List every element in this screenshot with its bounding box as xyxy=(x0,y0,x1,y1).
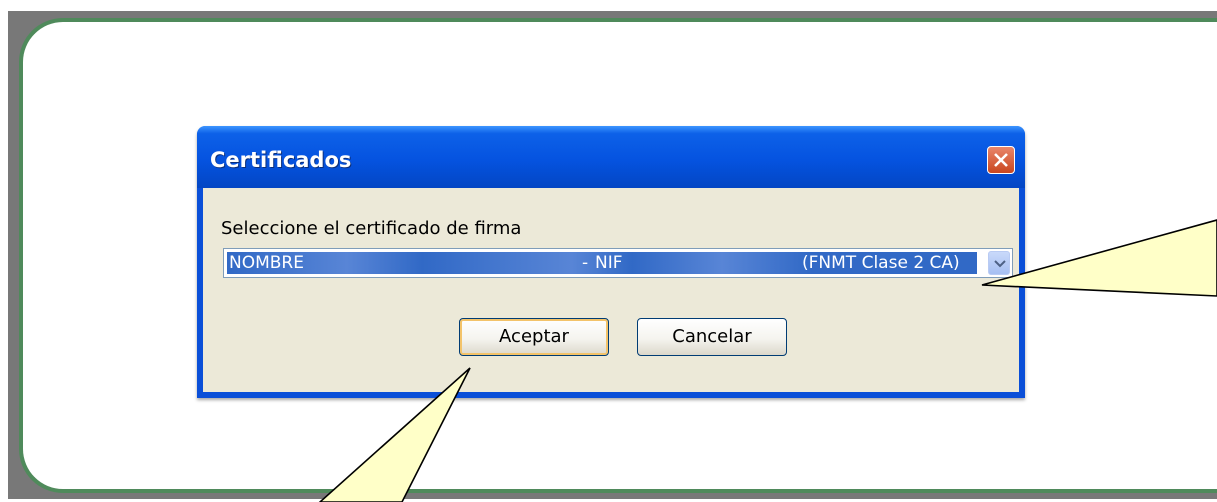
chevron-down-icon xyxy=(994,260,1006,268)
certificate-dropdown-button[interactable] xyxy=(988,251,1010,275)
dialog-titlebar: Certificados xyxy=(197,126,1025,188)
certificates-dialog: Certificados Seleccione el certificado d… xyxy=(197,126,1025,398)
certificate-issuer-label: (FNMT Clase 2 CA) xyxy=(802,253,960,273)
close-button[interactable] xyxy=(987,146,1015,174)
certificate-prompt-label: Seleccione el certificado de firma xyxy=(221,218,522,239)
certificate-nif-separator: - xyxy=(582,253,589,273)
certificate-selected-value: NOMBRE - NIF (FNMT Clase 2 CA) xyxy=(227,252,977,274)
certificate-name-label: NOMBRE xyxy=(229,253,304,273)
cancel-button[interactable]: Cancelar xyxy=(637,318,787,356)
accept-button[interactable]: Aceptar xyxy=(459,318,609,356)
close-icon xyxy=(994,153,1008,167)
certificate-select[interactable]: NOMBRE - NIF (FNMT Clase 2 CA) xyxy=(223,248,1013,278)
dialog-title: Certificados xyxy=(210,148,352,172)
certificate-nif-label: NIF xyxy=(595,253,623,273)
